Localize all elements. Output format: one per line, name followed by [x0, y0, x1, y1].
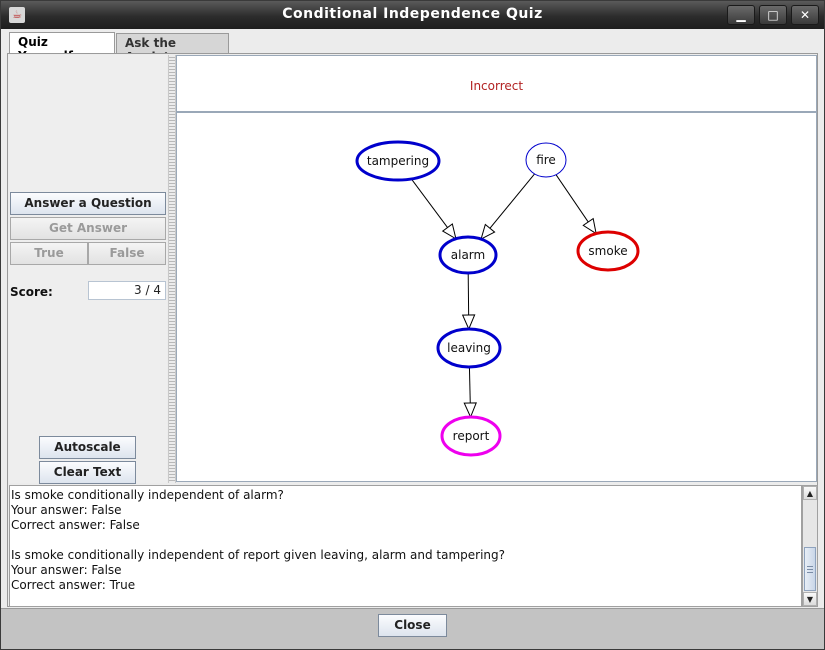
- score-label: Score:: [10, 285, 53, 299]
- node-smoke-label: smoke: [588, 244, 627, 258]
- false-button[interactable]: False: [88, 242, 166, 265]
- node-smoke[interactable]: smoke: [576, 230, 640, 272]
- node-leaving[interactable]: leaving: [436, 327, 502, 369]
- close-window-button[interactable]: ✕: [791, 5, 819, 25]
- grip-line: [807, 569, 813, 570]
- status-panel: Incorrect: [176, 55, 817, 112]
- log-line: Is smoke conditionally independent of al…: [11, 488, 284, 502]
- title-bar[interactable]: ☕ Conditional Independence Quiz ▁ □ ✕: [1, 1, 824, 29]
- answer-question-button[interactable]: Answer a Question: [10, 192, 166, 215]
- edge-leaving-to-report: [469, 366, 470, 417]
- bottom-bar: Close: [1, 608, 824, 649]
- scroll-down-arrow-icon[interactable]: ▼: [803, 592, 817, 606]
- graph-edges: [410, 173, 596, 417]
- grip-line: [807, 572, 813, 573]
- minimize-button[interactable]: ▁: [727, 5, 755, 25]
- status-text: Incorrect: [469, 79, 524, 93]
- edge-fire-to-smoke: [555, 174, 596, 234]
- scroll-up-arrow-icon[interactable]: ▲: [803, 486, 817, 500]
- edge-tampering-to-alarm: [410, 178, 456, 239]
- maximize-button[interactable]: □: [759, 5, 787, 25]
- control-panel: Answer a Question Get Answer True False …: [9, 55, 167, 484]
- node-report-label: report: [453, 429, 490, 443]
- graph-nodes: tampering fire alarm smoke leaving report: [355, 140, 640, 457]
- close-button[interactable]: Close: [378, 614, 447, 637]
- tab-content: Answer a Question Get Answer True False …: [7, 53, 818, 607]
- node-report[interactable]: report: [440, 415, 502, 457]
- tab-quiz-yourself[interactable]: Quiz Yourself: [9, 32, 115, 63]
- log-line: Correct answer: False: [11, 518, 140, 532]
- score-field: 3 / 4: [88, 281, 166, 300]
- tab-ask-the-applet[interactable]: Ask the Applet: [116, 33, 229, 64]
- get-answer-button[interactable]: Get Answer: [10, 217, 166, 240]
- edge-fire-to-alarm: [481, 173, 535, 239]
- true-button[interactable]: True: [10, 242, 88, 265]
- clear-text-button[interactable]: Clear Text: [39, 461, 136, 484]
- log-line: Your answer: False: [11, 563, 122, 577]
- node-tampering-label: tampering: [367, 154, 429, 168]
- grip-line: [807, 566, 813, 567]
- scrollbar-thumb[interactable]: [804, 547, 816, 591]
- node-alarm-label: alarm: [451, 248, 485, 262]
- autoscale-button[interactable]: Autoscale: [39, 436, 136, 459]
- node-alarm[interactable]: alarm: [438, 235, 498, 275]
- vertical-scrollbar[interactable]: ▲ ▼: [802, 485, 818, 607]
- node-fire-label: fire: [536, 153, 556, 167]
- node-fire[interactable]: fire: [525, 142, 567, 178]
- edge-alarm-to-leaving: [468, 272, 469, 329]
- log-line: Correct answer: True: [11, 578, 136, 592]
- application-window: ☕ Conditional Independence Quiz ▁ □ ✕ Qu…: [0, 0, 825, 650]
- log-line: Your answer: False: [11, 503, 122, 517]
- network-graph[interactable]: tampering fire alarm smoke leaving report: [177, 113, 816, 481]
- output-text-area[interactable]: Is smoke conditionally independent of al…: [9, 485, 802, 607]
- belief-network-canvas[interactable]: tampering fire alarm smoke leaving report: [176, 112, 817, 482]
- log-line: Is smoke conditionally independent of re…: [11, 548, 506, 562]
- node-tampering[interactable]: tampering: [355, 140, 441, 182]
- node-leaving-label: leaving: [447, 341, 491, 355]
- split-pane-divider[interactable]: [168, 55, 176, 483]
- window-title: Conditional Independence Quiz: [282, 6, 543, 22]
